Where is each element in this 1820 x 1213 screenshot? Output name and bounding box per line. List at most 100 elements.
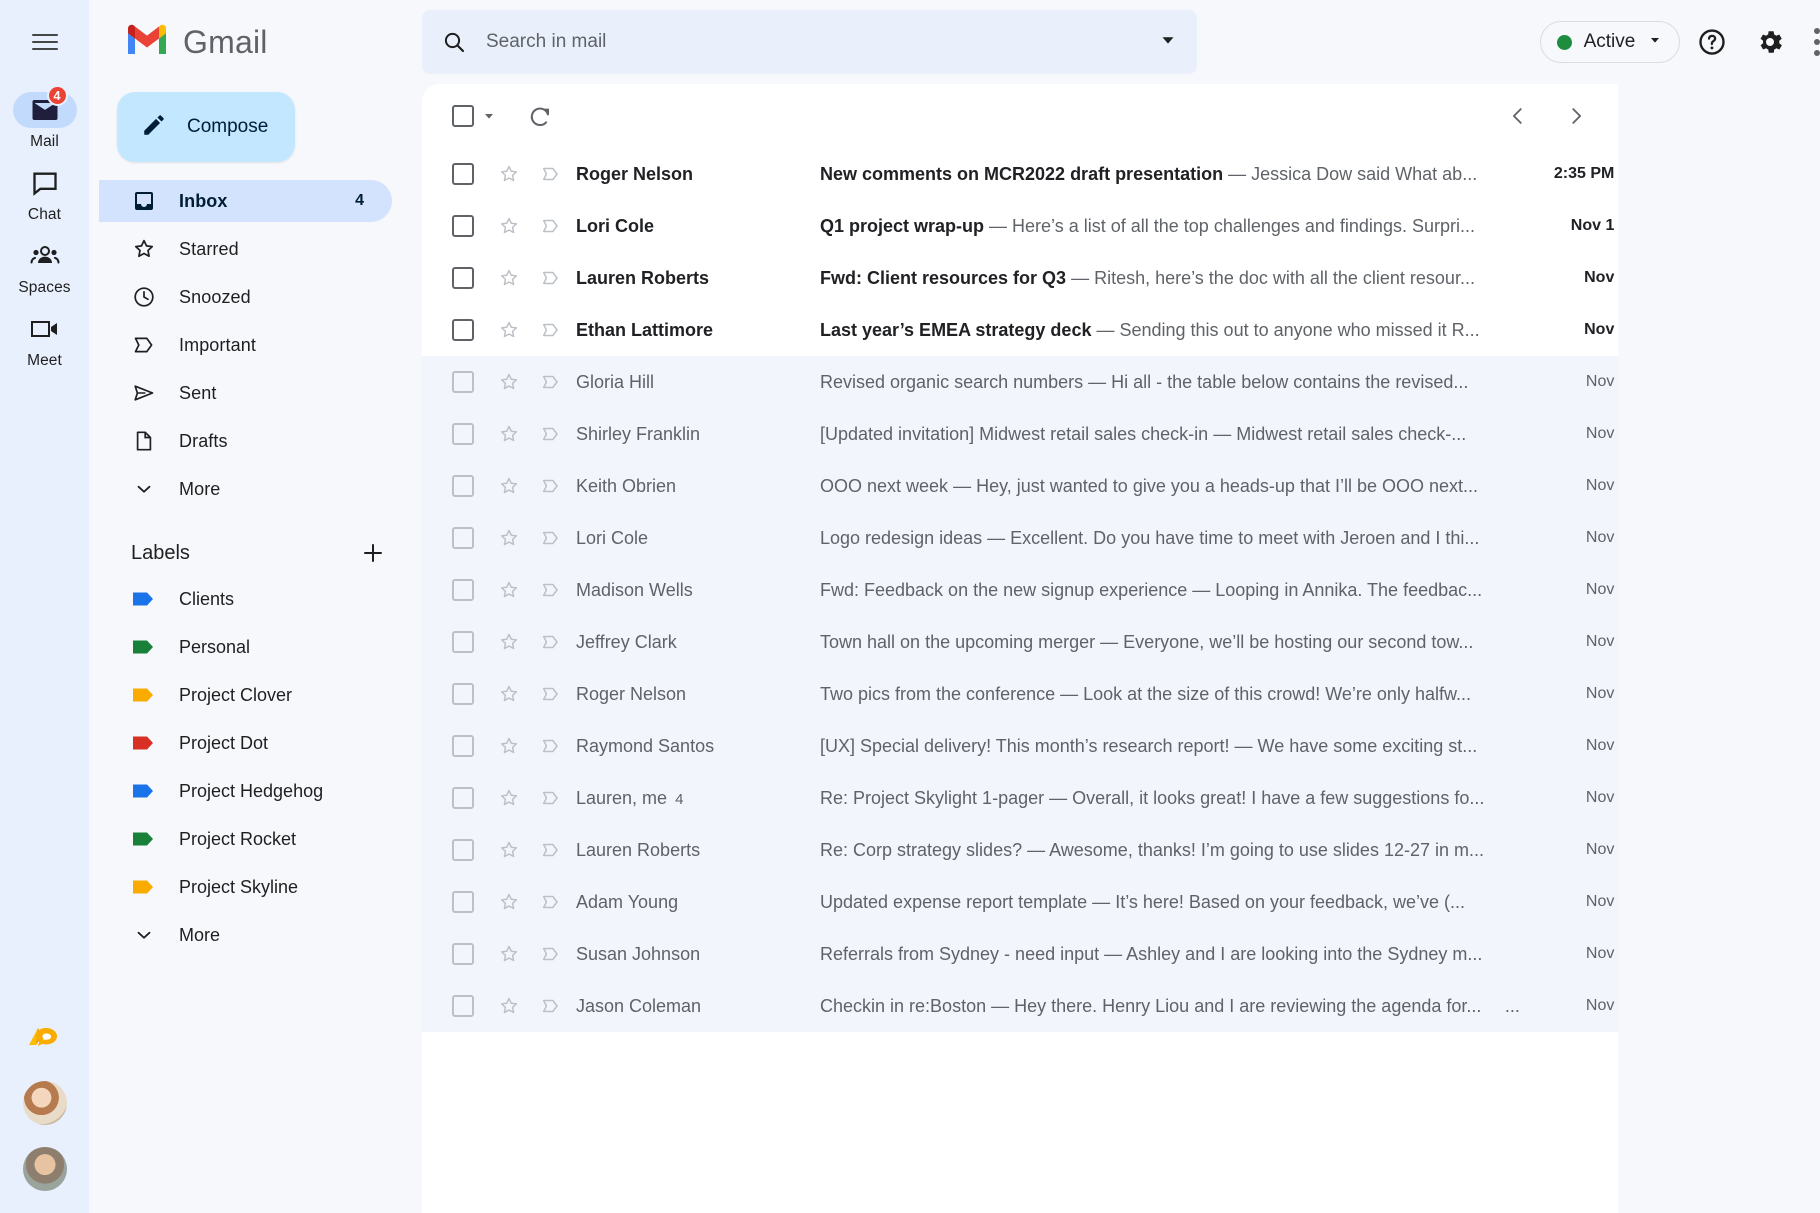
search-input[interactable]	[486, 31, 1147, 53]
email-row-6[interactable]: Keith Obrien OOO next week — Hey, just w…	[422, 460, 1619, 512]
rail-item-chat[interactable]: Chat	[8, 165, 82, 224]
compose-button[interactable]: Compose	[117, 92, 295, 162]
sidebar-label-project-dot[interactable]: Project Dot	[99, 722, 422, 764]
help-question-icon[interactable]	[1686, 16, 1738, 68]
google-apps-grid-icon[interactable]	[1802, 16, 1820, 68]
plus-icon[interactable]	[358, 538, 388, 568]
email-row-13[interactable]: Lauren Roberts Re: Corp strategy slides?…	[422, 824, 1619, 876]
sidebar-label-project-clover[interactable]: Project Clover	[99, 674, 422, 716]
row-checkbox[interactable]	[452, 631, 474, 653]
hamburger-menu-icon[interactable]	[21, 18, 69, 66]
email-row-0[interactable]: Roger Nelson New comments on MCR2022 dra…	[422, 148, 1619, 200]
row-checkbox[interactable]	[452, 787, 474, 809]
star-icon[interactable]	[488, 163, 530, 185]
sidebar-item-inbox[interactable]: Inbox 4	[99, 180, 392, 222]
row-checkbox[interactable]	[452, 995, 474, 1017]
email-row-11[interactable]: Raymond Santos [UX] Special delivery! Th…	[422, 720, 1619, 772]
sidebar-item-snoozed[interactable]: Snoozed	[99, 276, 422, 318]
sidebar-item-drafts[interactable]: Drafts	[99, 420, 422, 462]
email-row-12[interactable]: Lauren, me 4 Re: Project Skylight 1-pager…	[422, 772, 1619, 824]
star-icon[interactable]	[488, 371, 530, 393]
sidebar-label-personal[interactable]: Personal	[99, 626, 422, 668]
row-checkbox[interactable]	[452, 839, 474, 861]
sidebar-item-more[interactable]: More	[99, 468, 422, 510]
row-checkbox[interactable]	[452, 579, 474, 601]
important-marker-icon[interactable]	[530, 839, 572, 861]
star-icon[interactable]	[488, 267, 530, 289]
sidebar-item-sent[interactable]: Sent	[99, 372, 422, 414]
email-row-14[interactable]: Adam Young Updated expense report templa…	[422, 876, 1619, 928]
important-marker-icon[interactable]	[530, 163, 572, 185]
row-checkbox[interactable]	[452, 319, 474, 341]
row-checkbox[interactable]	[452, 891, 474, 913]
sidebar-item-important[interactable]: Important	[99, 324, 422, 366]
email-row-2[interactable]: Lauren Roberts Fwd: Client resources for…	[422, 252, 1619, 304]
important-marker-icon[interactable]	[530, 891, 572, 913]
row-checkbox[interactable]	[452, 475, 474, 497]
email-row-1[interactable]: Lori Cole Q1 project wrap-up — Here’s a …	[422, 200, 1619, 252]
chevron-right-icon[interactable]	[1556, 96, 1596, 136]
email-row-15[interactable]: Susan Johnson Referrals from Sydney - ne…	[422, 928, 1619, 980]
row-checkbox[interactable]	[452, 423, 474, 445]
gear-icon[interactable]	[1744, 16, 1796, 68]
chevron-down-icon[interactable]	[1647, 32, 1663, 53]
sidebar-label-project-hedgehog[interactable]: Project Hedgehog	[99, 770, 422, 812]
gmail-brand[interactable]: Gmail	[89, 23, 422, 62]
row-checkbox[interactable]	[452, 163, 474, 185]
star-icon[interactable]	[488, 683, 530, 705]
avatar-contact-two[interactable]	[22, 1147, 67, 1191]
email-row-10[interactable]: Roger Nelson Two pics from the conferenc…	[422, 668, 1619, 720]
row-checkbox[interactable]	[452, 215, 474, 237]
sidebar-label-project-skyline[interactable]: Project Skyline	[99, 866, 422, 908]
star-icon[interactable]	[488, 631, 530, 653]
row-checkbox[interactable]	[452, 371, 474, 393]
sidebar-labels-more[interactable]: More	[99, 914, 422, 956]
chevron-down-icon[interactable]	[476, 103, 502, 129]
star-icon[interactable]	[488, 475, 530, 497]
important-marker-icon[interactable]	[530, 579, 572, 601]
star-icon[interactable]	[488, 995, 530, 1017]
rail-item-meet[interactable]: Meet	[8, 311, 82, 370]
star-icon[interactable]	[488, 891, 530, 913]
email-row-3[interactable]: Ethan Lattimore Last year’s EMEA strateg…	[422, 304, 1619, 356]
chevron-left-icon[interactable]	[1498, 96, 1538, 136]
important-marker-icon[interactable]	[530, 215, 572, 237]
row-checkbox[interactable]	[452, 683, 474, 705]
important-marker-icon[interactable]	[530, 527, 572, 549]
important-marker-icon[interactable]	[530, 267, 572, 289]
sidebar-label-project-rocket[interactable]: Project Rocket	[99, 818, 422, 860]
sidebar-label-clients[interactable]: Clients	[99, 578, 422, 620]
important-marker-icon[interactable]	[530, 787, 572, 809]
email-row-9[interactable]: Jeffrey Clark Town hall on the upcoming …	[422, 616, 1619, 668]
email-row-16[interactable]: Jason Coleman Checkin in re:Boston — Hey…	[422, 980, 1619, 1032]
important-marker-icon[interactable]	[530, 423, 572, 445]
important-marker-icon[interactable]	[530, 943, 572, 965]
important-marker-icon[interactable]	[530, 631, 572, 653]
email-row-7[interactable]: Lori Cole Logo redesign ideas — Excellen…	[422, 512, 1619, 564]
row-checkbox[interactable]	[452, 527, 474, 549]
email-row-8[interactable]: Madison Wells Fwd: Feedback on the new s…	[422, 564, 1619, 616]
star-icon[interactable]	[488, 215, 530, 237]
sidebar-item-starred[interactable]: Starred	[99, 228, 422, 270]
status-pill[interactable]: Active	[1539, 21, 1681, 63]
important-marker-icon[interactable]	[530, 475, 572, 497]
star-icon[interactable]	[488, 839, 530, 861]
email-row-4[interactable]: Gloria Hill Revised organic search numbe…	[422, 356, 1619, 408]
row-checkbox[interactable]	[452, 267, 474, 289]
star-icon[interactable]	[488, 735, 530, 757]
email-row-5[interactable]: Shirley Franklin [Updated invitation] Mi…	[422, 408, 1619, 460]
select-all-checkbox[interactable]	[452, 105, 474, 127]
row-checkbox[interactable]	[452, 735, 474, 757]
rail-item-mail[interactable]: 4 Mail	[8, 85, 82, 151]
important-marker-icon[interactable]	[530, 683, 572, 705]
star-icon[interactable]	[488, 579, 530, 601]
star-icon[interactable]	[488, 423, 530, 445]
show-search-options-caret-icon[interactable]	[1157, 29, 1179, 56]
important-marker-icon[interactable]	[530, 319, 572, 341]
row-checkbox[interactable]	[452, 943, 474, 965]
important-marker-icon[interactable]	[530, 371, 572, 393]
search-bar[interactable]	[422, 10, 1197, 74]
google-chat-apps-icon[interactable]	[26, 1024, 64, 1059]
star-icon[interactable]	[488, 943, 530, 965]
avatar-contact-one[interactable]	[22, 1081, 67, 1125]
